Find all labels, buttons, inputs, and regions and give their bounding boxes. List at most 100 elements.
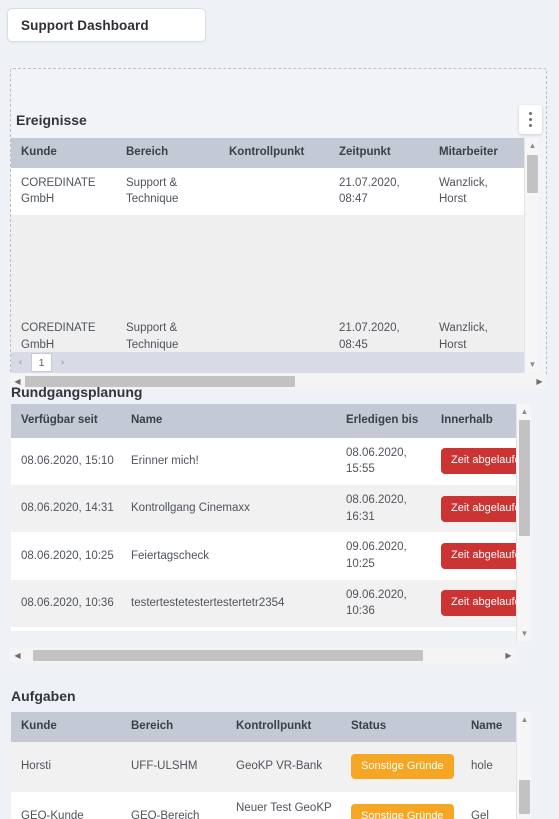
cell-name: Gel [461, 791, 516, 819]
pagination-page-1[interactable]: 1 [31, 353, 52, 372]
aufgaben-vertical-scrollbar[interactable]: ▲ [516, 712, 531, 819]
widget-ereignisse-title: Ereignisse [16, 112, 87, 128]
cell-erledigen-bis: 09.06.2020, 10:36 [336, 579, 431, 627]
column-header-verfuegbar-seit[interactable]: Verfügbar seit [11, 404, 121, 438]
cell-verfuegbar-seit: 08.06.2020, [11, 626, 121, 631]
table-row[interactable]: 08.06.2020, 10:36 testertestetesterteste… [11, 579, 516, 627]
cell-status: Sonstige Gründe [341, 741, 461, 792]
kebab-dot [529, 112, 532, 115]
table-row[interactable]: Horsti UFF-ULSHM GeoKP VR-Bank Sonstige … [11, 741, 516, 792]
column-header-name[interactable]: Name [121, 404, 336, 438]
ereignisse-vertical-scrollbar[interactable]: ▲ ▼ [524, 138, 539, 372]
table-row[interactable]: GEO-Kunde GEO-Bereich Neuer Test GeoKP V… [11, 791, 516, 819]
status-badge[interactable]: Zeit abgelaufen [441, 448, 516, 475]
status-badge[interactable]: Zeit abgelaufen [441, 495, 516, 522]
cell-innerhalb: Zeit abgelaufen [431, 484, 516, 533]
table-row[interactable]: COREDINATE GmbH Support & Technique 21.0… [11, 313, 524, 352]
scrollbar-thumb[interactable] [519, 420, 530, 536]
cell-mitarbeiter: Wanzlick, Horst [429, 167, 524, 215]
pagination-prev-button[interactable]: ‹ [11, 354, 30, 371]
cell-name: Feiertagscheck [121, 532, 336, 580]
cell-empty [329, 215, 429, 313]
column-header-zeitpunkt[interactable]: Zeitpunkt [329, 138, 429, 168]
column-header-kunde[interactable]: Kunde [11, 712, 121, 742]
cell-bereich: GEO-Bereich [121, 791, 226, 819]
rundgangsplanung-vertical-scrollbar[interactable]: ▲ ▼ [516, 404, 531, 641]
scroll-up-arrow-icon[interactable]: ▲ [517, 404, 532, 419]
scroll-up-arrow-icon[interactable]: ▲ [525, 138, 540, 153]
ereignisse-table: Kunde Bereich Kontrollpunkt Zeitpunkt Mi… [11, 138, 524, 352]
scroll-down-arrow-icon[interactable]: ▼ [525, 357, 540, 372]
column-header-kontrollpunkt[interactable]: Kontrollpunkt [226, 712, 341, 742]
column-header-kontrollpunkt[interactable]: Kontrollpunkt [219, 138, 329, 168]
widget-rundgangsplanung-title: Rundgangsplanung [11, 384, 143, 400]
column-header-kunde[interactable]: Kunde [11, 138, 116, 168]
cell-mitarbeiter: Wanzlick, Horst [439, 321, 488, 351]
cell-verfuegbar-seit: 08.06.2020, 15:10 [11, 437, 121, 485]
cell-bereich: Support & Technique [116, 167, 219, 215]
column-header-status[interactable]: Status [341, 712, 461, 742]
status-badge[interactable]: Sonstige Gründe [351, 803, 454, 819]
rundgangsplanung-horizontal-scrollbar[interactable]: ◀ ▶ [10, 648, 516, 663]
aufgaben-table: Kunde Bereich Kontrollpunkt Status Name … [11, 712, 516, 819]
table-row[interactable]: 08.06.2020, 09.06.2020, Zeit abgelaufen [11, 626, 516, 631]
cell-name: Kontrollgang Cinemaxx [121, 484, 336, 533]
cell-verfuegbar-seit: 08.06.2020, 14:31 [11, 484, 121, 533]
cell-kontrollpunkt [219, 313, 329, 352]
column-header-mitarbeiter[interactable]: Mitarbeiter [429, 138, 524, 168]
scroll-right-arrow-icon[interactable]: ▶ [532, 374, 547, 389]
pagination-next-button[interactable]: › [53, 354, 72, 371]
widget-ereignisse-header: Ereignisse [11, 107, 546, 133]
cell-kunde: COREDINATE GmbH [11, 167, 116, 215]
cell-kontrollpunkt [219, 167, 329, 215]
cell-name [121, 626, 336, 631]
table-row[interactable]: 08.06.2020, 15:10 Erinner mich! 08.06.20… [11, 437, 516, 485]
kebab-menu-icon[interactable] [519, 105, 542, 134]
scrollbar-thumb[interactable] [527, 155, 538, 193]
column-header-innerhalb[interactable]: Innerhalb [431, 404, 516, 438]
cell-zeitpunkt: 21.07.2020, 08:45 [339, 321, 400, 351]
cell-empty [219, 215, 329, 313]
table-row-spacer [11, 215, 524, 313]
cell-kunde: GEO-Kunde [11, 791, 121, 819]
cell-kunde: Horsti [11, 741, 121, 792]
scroll-left-arrow-icon[interactable]: ◀ [10, 648, 25, 663]
cell-kunde: COREDINATE GmbH [21, 321, 96, 351]
scrollbar-thumb[interactable] [33, 650, 423, 661]
cell-empty [429, 215, 524, 313]
cell-innerhalb: Zeit abgelaufen [431, 626, 516, 631]
pagination-filler [72, 352, 524, 373]
cell-bereich: UFF-ULSHM [121, 741, 226, 792]
table-header-row: Kunde Bereich Kontrollpunkt Status Name [11, 712, 516, 742]
scrollbar-thumb[interactable] [519, 780, 530, 814]
page-title-pill[interactable]: Support Dashboard [7, 8, 206, 42]
kebab-dot [529, 124, 532, 127]
scroll-down-arrow-icon[interactable]: ▼ [517, 626, 532, 641]
cell-innerhalb: Zeit abgelaufen [431, 532, 516, 580]
page-title: Support Dashboard [21, 17, 149, 33]
table-row[interactable]: COREDINATE GmbH Support & Technique 21.0… [11, 167, 524, 215]
scrollbar-track[interactable] [25, 648, 501, 663]
ereignisse-pagination: ‹ 1 › [11, 352, 524, 373]
cell-kontrollpunkt: Neuer Test GeoKP VR- [226, 791, 341, 819]
column-header-bereich[interactable]: Bereich [116, 138, 219, 168]
column-header-name[interactable]: Name [461, 712, 516, 742]
cell-kontrollpunkt: GeoKP VR-Bank [226, 741, 341, 792]
rundgangsplanung-table: Verfügbar seit Name Erledigen bis Innerh… [11, 404, 516, 631]
scroll-up-arrow-icon[interactable]: ▲ [517, 712, 532, 727]
status-badge[interactable]: Zeit abgelaufen [441, 542, 516, 569]
table-row[interactable]: 08.06.2020, 10:25 Feiertagscheck 09.06.2… [11, 532, 516, 580]
column-header-erledigen-bis[interactable]: Erledigen bis [336, 404, 431, 438]
status-badge[interactable]: Zeit abgelaufen [441, 590, 516, 617]
kebab-dot [529, 118, 532, 121]
column-header-bereich[interactable]: Bereich [121, 712, 226, 742]
widget-aufgaben-title: Aufgaben [11, 688, 76, 704]
scroll-right-arrow-icon[interactable]: ▶ [501, 648, 516, 663]
table-header-row: Verfügbar seit Name Erledigen bis Innerh… [11, 404, 516, 438]
status-badge[interactable]: Sonstige Gründe [351, 753, 454, 780]
table-header-row: Kunde Bereich Kontrollpunkt Zeitpunkt Mi… [11, 138, 524, 168]
cell-name: Erinner mich! [121, 437, 336, 485]
cell-erledigen-bis: 09.06.2020, [336, 626, 431, 631]
cell-innerhalb: Zeit abgelaufen [431, 437, 516, 485]
table-row[interactable]: 08.06.2020, 14:31 Kontrollgang Cinemaxx … [11, 484, 516, 533]
